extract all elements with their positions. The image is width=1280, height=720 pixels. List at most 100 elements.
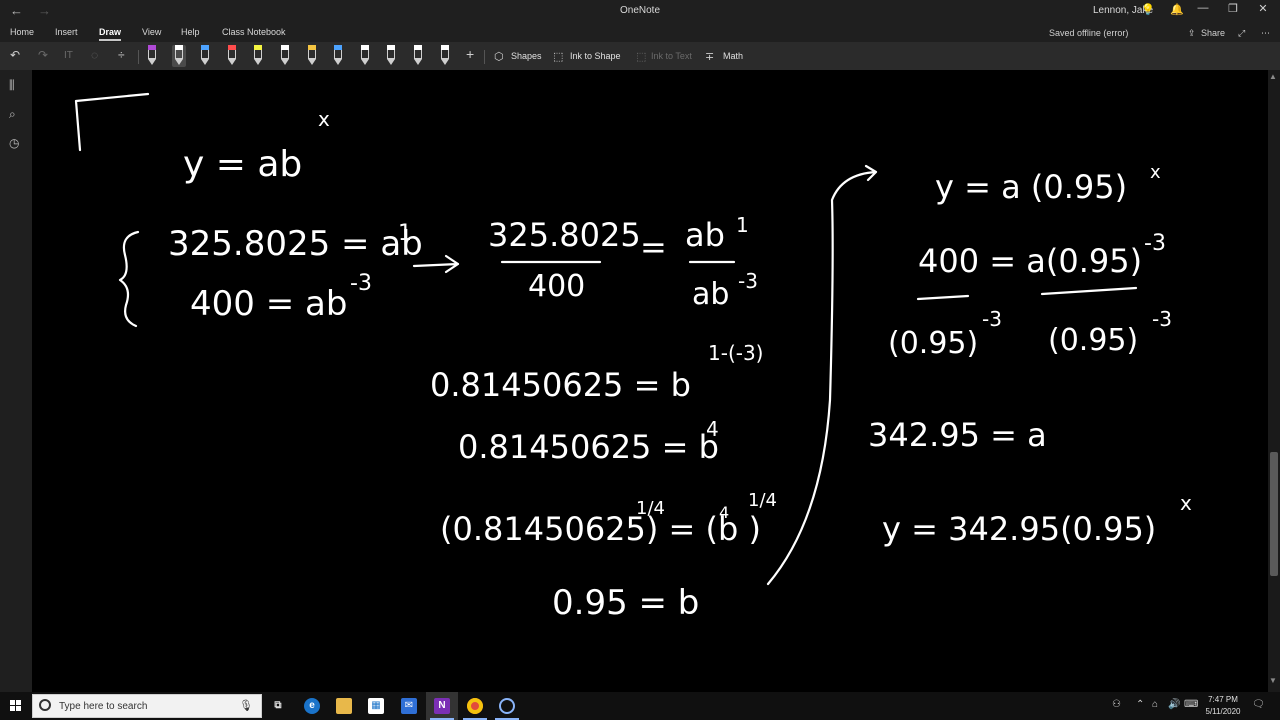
svg-text:=: =	[640, 228, 667, 266]
division-ink: 325.8025 400 = ab 1 ab -3	[488, 213, 758, 312]
pen-5-icon[interactable]	[251, 45, 265, 67]
taskbar-app-edge[interactable]: e	[296, 692, 328, 720]
add-space-icon[interactable]: ÷	[118, 48, 125, 62]
keyboard-icon[interactable]: ⌨	[1184, 699, 1198, 710]
more-options-icon[interactable]: ⋯	[1261, 28, 1270, 39]
corner-ink-stroke	[74, 92, 150, 152]
svg-text:325.8025: 325.8025	[488, 216, 641, 254]
type-select-icon[interactable]: IT	[64, 50, 73, 61]
scroll-up-icon[interactable]: ▲	[1269, 72, 1277, 81]
lightbulb-icon[interactable]: 💡	[1141, 3, 1155, 16]
math-icon[interactable]: ∓	[705, 50, 714, 63]
shapes-icon[interactable]: ⬡	[494, 50, 504, 63]
task-view-icon: ⧉	[274, 700, 282, 711]
taskbar-clock[interactable]: 7:47 PM 5/11/2020	[1200, 694, 1246, 718]
solve-a-ink: y = a (0.95) x 400 = a(0.95) -3 (0.95) -…	[868, 162, 1192, 548]
taskbar-app-explorer[interactable]	[328, 692, 360, 720]
people-icon[interactable]: ⚇	[1112, 699, 1121, 710]
pen-body	[281, 50, 289, 59]
pen-11-icon[interactable]	[411, 45, 425, 67]
pen-body	[360, 50, 369, 59]
pen-tip	[307, 59, 316, 65]
tab-help[interactable]: Help	[181, 27, 200, 37]
lasso-select-icon[interactable]: ◌	[91, 48, 98, 62]
svg-text:ab: ab	[692, 277, 729, 312]
store-icon: ▦	[368, 698, 384, 714]
shapes-button[interactable]: Shapes	[511, 51, 542, 61]
pen-7-icon[interactable]	[305, 45, 319, 67]
pen-6-icon[interactable]	[278, 45, 292, 67]
taskbar-app-onenote[interactable]: N	[426, 692, 458, 720]
svg-text:1: 1	[736, 213, 749, 237]
restore-button[interactable]: ❐	[1218, 2, 1248, 20]
pen-tip	[360, 59, 369, 65]
vertical-scrollbar[interactable]: ▲ ▼	[1268, 70, 1280, 692]
share-icon[interactable]: ⇪	[1188, 28, 1196, 39]
taskbar-app-recorder[interactable]	[491, 692, 523, 720]
notebooks-icon[interactable]: ⫼	[9, 78, 15, 93]
pen-2-icon[interactable]	[171, 45, 186, 67]
pen-body	[201, 50, 210, 59]
svg-text:325.8025 = ab: 325.8025 = ab	[168, 224, 423, 264]
add-pen-icon[interactable]: +	[466, 46, 474, 62]
app-title: OneNote	[619, 5, 661, 16]
ink-to-text-icon[interactable]: ⬚	[636, 50, 646, 63]
pen-12-icon[interactable]	[438, 45, 452, 67]
pen-1-icon[interactable]	[145, 45, 159, 67]
math-button[interactable]: Math	[723, 51, 743, 61]
pen-3-icon[interactable]	[198, 45, 212, 67]
sync-status[interactable]: Saved offline (error)	[1049, 28, 1128, 38]
svg-text:-3: -3	[1144, 231, 1166, 256]
undo-icon[interactable]: ↶	[10, 48, 20, 62]
mail-icon: ✉	[401, 698, 417, 714]
microphone-icon[interactable]: 🎙	[239, 699, 253, 712]
show-hidden-icons-icon[interactable]: ⌃	[1136, 699, 1144, 710]
notification-bell-icon[interactable]: 🔔	[1170, 3, 1184, 16]
pen-10-icon[interactable]	[384, 45, 398, 67]
pen-8-icon[interactable]	[331, 45, 345, 67]
ink-to-text-button[interactable]: Ink to Text	[651, 51, 692, 61]
system-equations-ink: 325.8025 = ab 1 400 = ab -3	[168, 221, 423, 324]
close-button[interactable]: ✕	[1248, 2, 1278, 20]
redo-icon[interactable]: ↷	[38, 48, 48, 62]
folder-icon	[336, 698, 352, 714]
svg-text:342.95 = a: 342.95 = a	[868, 416, 1047, 454]
network-icon[interactable]: ⌂	[1152, 699, 1158, 710]
tab-home[interactable]: Home	[10, 27, 34, 37]
scroll-down-icon[interactable]: ▼	[1269, 676, 1277, 685]
pen-9-icon[interactable]	[358, 45, 372, 67]
svg-text:0.95 = b: 0.95 = b	[552, 583, 699, 623]
minimize-button[interactable]: —	[1188, 2, 1218, 20]
svg-text:1/4: 1/4	[748, 490, 777, 511]
taskbar-app-chrome[interactable]	[459, 692, 491, 720]
pen-tip	[281, 59, 289, 65]
action-center-icon[interactable]: 🗨	[1252, 699, 1265, 710]
tab-class-notebook[interactable]: Class Notebook	[222, 27, 286, 37]
taskbar-search-input[interactable]: Type here to search 🎙	[32, 694, 262, 718]
recent-icon[interactable]: ◷	[9, 136, 19, 150]
svg-text:400 = ab: 400 = ab	[190, 284, 347, 324]
expand-icon[interactable]: ⤢	[1238, 28, 1245, 39]
search-placeholder: Type here to search	[59, 701, 148, 712]
ink-to-shape-icon[interactable]: ⬚	[553, 50, 563, 63]
share-button[interactable]: Share	[1201, 28, 1225, 38]
taskbar-app-mail[interactable]: ✉	[393, 692, 425, 720]
search-icon[interactable]: ⌕	[9, 107, 16, 122]
page-canvas[interactable]: y = ab x 325.8025 = ab 1 400 = ab -3 325…	[32, 70, 1268, 692]
scrollbar-thumb[interactable]	[1270, 452, 1278, 576]
svg-text:-3: -3	[738, 269, 758, 293]
volume-icon[interactable]: 🔊	[1168, 699, 1180, 710]
ink-to-shape-button[interactable]: Ink to Shape	[570, 51, 621, 61]
system-brace-ink	[118, 230, 140, 328]
start-button[interactable]	[0, 692, 32, 720]
pen-4-icon[interactable]	[225, 45, 239, 67]
tab-view[interactable]: View	[142, 27, 161, 37]
ink-drawing[interactable]: y = ab x 325.8025 = ab 1 400 = ab -3 325…	[32, 70, 1268, 692]
svg-text:1-(-3): 1-(-3)	[708, 341, 764, 365]
task-view-button[interactable]: ⧉	[262, 692, 294, 720]
tab-insert[interactable]: Insert	[55, 27, 78, 37]
pen-body	[174, 50, 183, 59]
ribbon-tabs: Home Insert Draw View Help Class Noteboo…	[0, 22, 1280, 42]
tab-draw[interactable]: Draw	[99, 27, 122, 41]
taskbar-app-store[interactable]: ▦	[360, 692, 392, 720]
